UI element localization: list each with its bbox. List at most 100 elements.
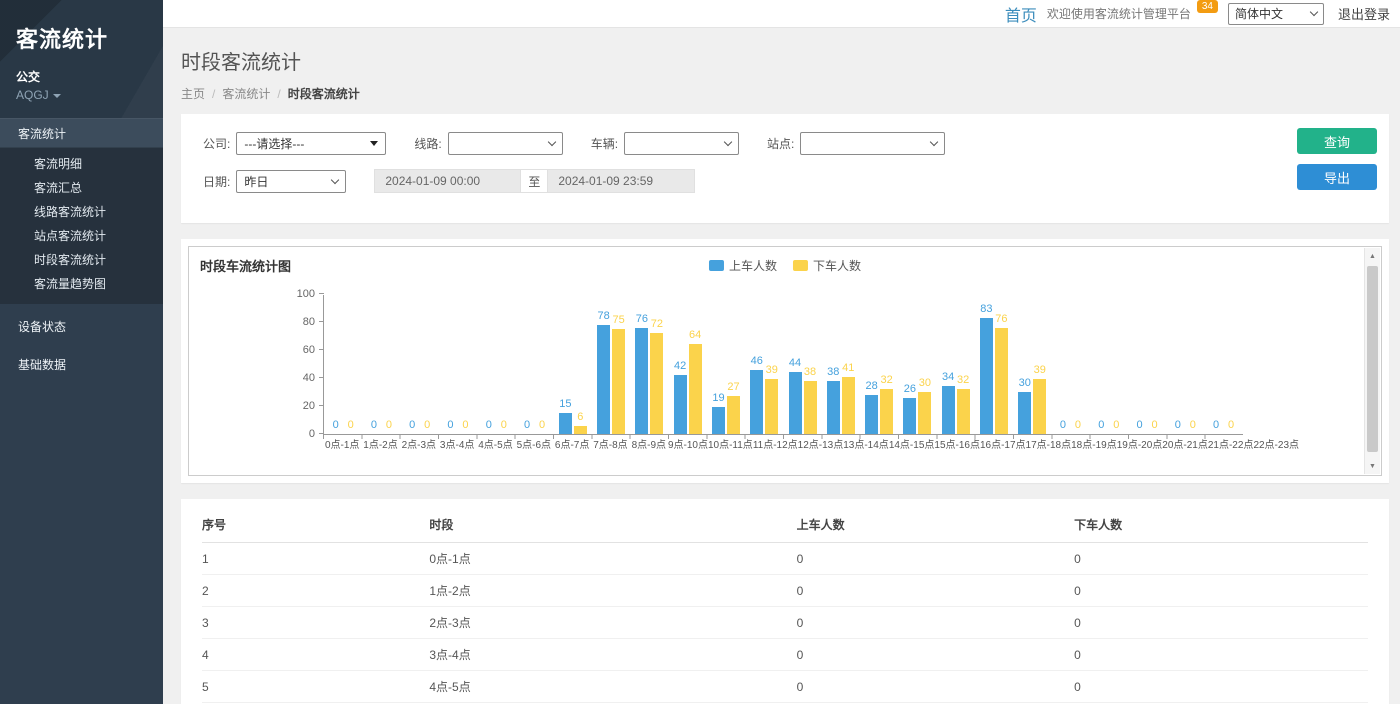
bar-value-label: 0 bbox=[1228, 419, 1234, 432]
y-axis-tick bbox=[319, 433, 324, 434]
bar-value-label: 0 bbox=[1113, 419, 1119, 432]
table-cell: 1 bbox=[202, 543, 429, 575]
bar-group: 3841 bbox=[822, 295, 860, 434]
bar bbox=[789, 372, 802, 434]
table-cell: 0 bbox=[797, 575, 1075, 607]
chart-scrollbar[interactable]: ▲ ▼ bbox=[1364, 248, 1380, 474]
vehicle-select[interactable] bbox=[624, 132, 739, 155]
bar-value-label: 83 bbox=[980, 303, 992, 316]
scrollbar-thumb[interactable] bbox=[1367, 266, 1378, 452]
sidebar-item-trend-chart[interactable]: 客流量趋势图 bbox=[0, 272, 163, 296]
bar-group: 00 bbox=[477, 295, 515, 434]
org-code-dropdown[interactable]: AQGJ bbox=[16, 88, 147, 102]
sidebar-item-line-stats[interactable]: 线路客流统计 bbox=[0, 200, 163, 224]
bar-group: 8376 bbox=[975, 295, 1013, 434]
bar bbox=[942, 386, 955, 434]
sidebar-item-passenger-summary[interactable]: 客流汇总 bbox=[0, 176, 163, 200]
date-filter: 日期: 昨日 bbox=[203, 170, 346, 193]
breadcrumb-separator: / bbox=[277, 87, 280, 101]
sidebar-item-period-stats[interactable]: 时段客流统计 bbox=[0, 248, 163, 272]
bar bbox=[650, 333, 663, 434]
breadcrumb-section[interactable]: 客流统计 bbox=[222, 87, 270, 101]
notification-badge[interactable]: 34 bbox=[1197, 0, 1218, 13]
org-code-label: AQGJ bbox=[16, 88, 49, 102]
bar-column: 0 bbox=[497, 419, 510, 434]
bar-value-label: 78 bbox=[597, 310, 609, 323]
sidebar-item-passenger-detail[interactable]: 客流明细 bbox=[0, 152, 163, 176]
export-button[interactable]: 导出 bbox=[1297, 164, 1377, 190]
table-cell: 3 bbox=[202, 607, 429, 639]
bar-value-label: 0 bbox=[1213, 419, 1219, 432]
sidebar-item-passenger-stats[interactable]: 客流统计 bbox=[0, 118, 163, 148]
bar bbox=[597, 325, 610, 434]
bar-value-label: 0 bbox=[1136, 419, 1142, 432]
chart-plot: 0000000000001567875767242641927463944383… bbox=[323, 295, 1243, 435]
query-button[interactable]: 查询 bbox=[1297, 128, 1377, 154]
logout-link[interactable]: 退出登录 bbox=[1338, 4, 1390, 23]
bar-column: 0 bbox=[1148, 419, 1161, 434]
bar bbox=[689, 344, 702, 434]
bar bbox=[674, 375, 687, 434]
sidebar-item-device-status[interactable]: 设备状态 bbox=[0, 312, 163, 342]
sidebar-item-base-data[interactable]: 基础数据 bbox=[0, 350, 163, 380]
x-axis-label: 13点-14点 bbox=[843, 439, 889, 453]
date-preset-select[interactable]: 昨日 bbox=[236, 170, 346, 193]
bar-group: 4264 bbox=[669, 295, 707, 434]
bar-value-label: 0 bbox=[539, 419, 545, 432]
bar bbox=[727, 396, 740, 434]
bar-value-label: 32 bbox=[880, 374, 892, 387]
bar-group: 00 bbox=[1051, 295, 1089, 434]
sidebar-item-station-stats[interactable]: 站点客流统计 bbox=[0, 224, 163, 248]
bar-group: 00 bbox=[439, 295, 477, 434]
bar-column: 27 bbox=[727, 381, 740, 434]
bar-value-label: 0 bbox=[371, 419, 377, 432]
dropdown-arrow-icon bbox=[370, 141, 378, 146]
x-axis-label: 14点-15点 bbox=[889, 439, 935, 453]
bar bbox=[918, 392, 931, 434]
data-table-panel: 序号 时段 上车人数 下车人数 10点-1点0021点-2点0032点-3点00… bbox=[181, 499, 1389, 704]
table-body: 10点-1点0021点-2点0032点-3点0043点-4点0054点-5点00… bbox=[202, 543, 1368, 704]
company-select-value: ---请选择--- bbox=[244, 135, 304, 152]
table-cell: 0 bbox=[1074, 607, 1368, 639]
bar-value-label: 42 bbox=[674, 360, 686, 373]
y-axis-tick bbox=[319, 405, 324, 406]
bar-value-label: 0 bbox=[386, 419, 392, 432]
table-cell: 4 bbox=[202, 639, 429, 671]
bar-value-label: 32 bbox=[957, 374, 969, 387]
chart-plot-row: 0000000000001567875767242641927463944383… bbox=[323, 295, 1243, 453]
bar-column: 0 bbox=[459, 419, 472, 434]
bar-value-label: 46 bbox=[751, 355, 763, 368]
breadcrumb-home[interactable]: 主页 bbox=[181, 87, 205, 101]
line-select[interactable] bbox=[448, 132, 563, 155]
station-label: 站点: bbox=[767, 135, 794, 152]
bar-value-label: 0 bbox=[333, 419, 339, 432]
scrollbar-up-arrow-icon[interactable]: ▲ bbox=[1365, 248, 1380, 264]
date-to-input[interactable]: 2024-01-09 23:59 bbox=[547, 169, 695, 193]
filter-panel: 公司: ---请选择--- 线路: 车辆: bbox=[181, 114, 1389, 223]
legend-item[interactable]: 下车人数 bbox=[793, 257, 861, 274]
table-cell: 0 bbox=[797, 671, 1075, 703]
legend-item[interactable]: 上车人数 bbox=[709, 257, 777, 274]
chevron-down-icon bbox=[930, 138, 938, 146]
company-select[interactable]: ---请选择--- bbox=[236, 132, 386, 155]
bar bbox=[995, 328, 1008, 434]
bar-column: 32 bbox=[880, 374, 893, 434]
bar bbox=[765, 379, 778, 434]
bar-group: 4639 bbox=[745, 295, 783, 434]
chart-container: 时段车流统计图 上车人数下车人数 00000000000015678757672… bbox=[188, 246, 1382, 476]
language-select[interactable]: 简体中文 bbox=[1228, 3, 1324, 25]
bar-column: 41 bbox=[842, 362, 855, 434]
bar-column: 38 bbox=[804, 366, 817, 434]
bar bbox=[980, 318, 993, 434]
y-axis-tick bbox=[319, 293, 324, 294]
station-select[interactable] bbox=[800, 132, 945, 155]
table-cell: 0 bbox=[1074, 671, 1368, 703]
date-from-input[interactable]: 2024-01-09 00:00 bbox=[374, 169, 521, 193]
scrollbar-down-arrow-icon[interactable]: ▼ bbox=[1365, 458, 1380, 474]
table-cell: 0 bbox=[797, 639, 1075, 671]
legend-swatch bbox=[793, 260, 808, 271]
table-cell: 0 bbox=[1074, 543, 1368, 575]
bar-group: 7875 bbox=[592, 295, 630, 434]
bar-column: 42 bbox=[674, 360, 687, 434]
home-link[interactable]: 首页 bbox=[1005, 2, 1037, 26]
